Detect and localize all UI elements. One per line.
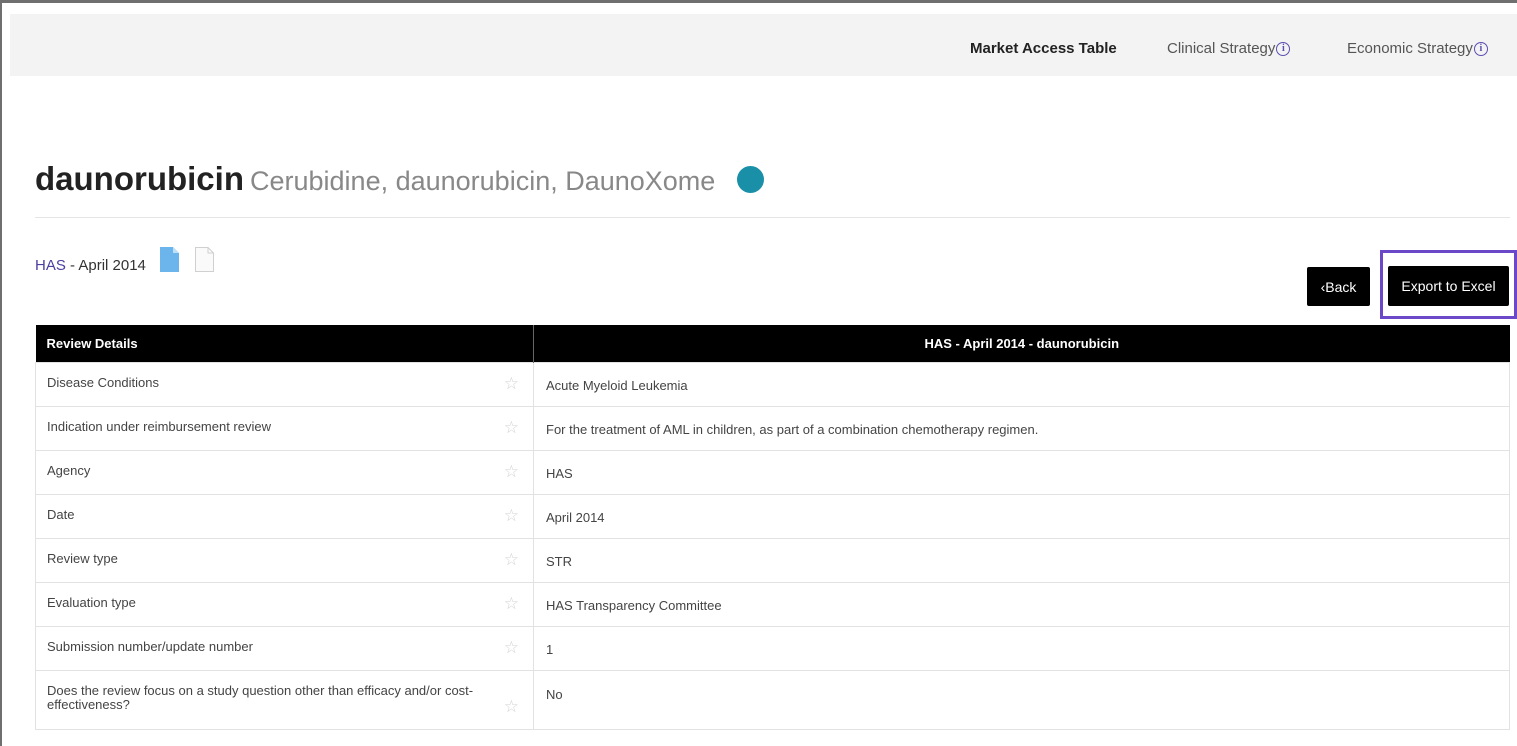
title-divider bbox=[35, 217, 1510, 218]
row-value: No bbox=[546, 687, 563, 702]
row-value: 1 bbox=[546, 642, 554, 657]
page-title: daunorubicin Cerubidine, daunorubicin, Da… bbox=[35, 160, 765, 198]
nav-economic-strategy-label: Economic Strategy bbox=[1347, 40, 1473, 57]
header-review-details: Review Details bbox=[35, 325, 534, 363]
row-label-cell: Agency ☆ bbox=[35, 450, 534, 495]
export-highlight-box bbox=[1380, 250, 1517, 319]
row-label: Date bbox=[47, 507, 75, 522]
nav-economic-strategy[interactable]: Economic Strategy i bbox=[1347, 40, 1488, 57]
table-row: Date ☆ April 2014 bbox=[35, 494, 1510, 539]
row-label: Indication under reimbursement review bbox=[47, 419, 271, 434]
star-icon[interactable]: ☆ bbox=[504, 375, 519, 392]
row-label: Disease Conditions bbox=[47, 375, 160, 390]
table-row: Indication under reimbursement review ☆ F… bbox=[35, 406, 1510, 451]
star-icon[interactable]: ☆ bbox=[504, 551, 519, 568]
status-dot-icon bbox=[737, 166, 765, 193]
star-icon[interactable]: ☆ bbox=[504, 595, 519, 612]
agency-link[interactable]: HAS bbox=[35, 257, 66, 274]
row-value: HAS Transparency Committee bbox=[546, 598, 722, 613]
star-icon[interactable]: ☆ bbox=[504, 507, 519, 524]
row-label: Evaluation type bbox=[47, 595, 136, 610]
nav-clinical-strategy-label: Clinical Strategy bbox=[1167, 40, 1276, 57]
row-label-cell: Indication under reimbursement review ☆ bbox=[35, 406, 534, 451]
breadcrumb: HAS - April 2014 bbox=[35, 257, 146, 274]
row-value: STR bbox=[546, 554, 572, 569]
table-row: Evaluation type ☆ HAS Transparency Commit… bbox=[35, 582, 1510, 627]
header-review-title: HAS - April 2014 - daunorubicin bbox=[533, 325, 1510, 363]
row-value: HAS bbox=[546, 466, 573, 481]
table-row: Agency ☆ HAS bbox=[35, 450, 1510, 495]
row-value-cell: STR bbox=[533, 538, 1510, 583]
row-value-cell: HAS bbox=[533, 450, 1510, 495]
window-frame-top bbox=[0, 0, 1517, 3]
row-label: Submission number/update number bbox=[47, 639, 253, 654]
info-icon[interactable]: i bbox=[1473, 42, 1488, 56]
nav-market-access-table[interactable]: Market Access Table bbox=[970, 40, 1117, 57]
row-value: For the treatment of AML in children, as… bbox=[546, 422, 1039, 437]
row-value-cell: For the treatment of AML in children, as… bbox=[533, 406, 1510, 451]
breadcrumb-date: - April 2014 bbox=[65, 257, 146, 274]
row-value-cell: Acute Myeloid Leukemia bbox=[533, 362, 1510, 407]
table-header-row: Review Details HAS - April 2014 - daunor… bbox=[35, 325, 1510, 363]
row-label-cell: Evaluation type ☆ bbox=[35, 582, 534, 627]
table-row: Review type ☆ STR bbox=[35, 538, 1510, 583]
star-icon[interactable]: ☆ bbox=[504, 698, 519, 715]
star-icon[interactable]: ☆ bbox=[504, 639, 519, 656]
row-label: Agency bbox=[47, 463, 91, 478]
row-label-cell: Does the review focus on a study questio… bbox=[35, 670, 534, 730]
document-blank-icon[interactable] bbox=[195, 247, 214, 272]
info-icon[interactable]: i bbox=[1276, 42, 1291, 56]
row-label-cell: Date ☆ bbox=[35, 494, 534, 539]
row-label: Review type bbox=[47, 551, 118, 566]
table-row: Submission number/update number ☆ 1 bbox=[35, 626, 1510, 671]
document-blue-icon[interactable] bbox=[160, 247, 179, 272]
row-label-cell: Submission number/update number ☆ bbox=[35, 626, 534, 671]
star-icon[interactable]: ☆ bbox=[504, 463, 519, 480]
row-value: Acute Myeloid Leukemia bbox=[546, 378, 688, 393]
review-details-table: Review Details HAS - April 2014 - daunor… bbox=[35, 325, 1510, 730]
row-value-cell: No bbox=[533, 670, 1510, 730]
row-label-cell: Review type ☆ bbox=[35, 538, 534, 583]
row-value-cell: April 2014 bbox=[533, 494, 1510, 539]
table-row: Disease Conditions ☆ Acute Myeloid Leukem… bbox=[35, 362, 1510, 407]
top-navigation: Market Access Table Clinical Strategy i E… bbox=[10, 14, 1517, 76]
back-button[interactable]: ‹Back bbox=[1307, 267, 1370, 306]
star-icon[interactable]: ☆ bbox=[504, 419, 519, 436]
row-value: April 2014 bbox=[546, 510, 605, 525]
row-label-cell: Disease Conditions ☆ bbox=[35, 362, 534, 407]
table-row: Does the review focus on a study questio… bbox=[35, 670, 1510, 730]
drug-aliases: Cerubidine, daunorubicin, DaunoXome bbox=[250, 166, 716, 196]
window-frame-left bbox=[0, 0, 2, 746]
row-label: Does the review focus on a study questio… bbox=[47, 683, 474, 712]
drug-name: daunorubicin bbox=[35, 160, 244, 197]
row-value-cell: HAS Transparency Committee bbox=[533, 582, 1510, 627]
row-value-cell: 1 bbox=[533, 626, 1510, 671]
nav-clinical-strategy[interactable]: Clinical Strategy i bbox=[1167, 40, 1291, 57]
